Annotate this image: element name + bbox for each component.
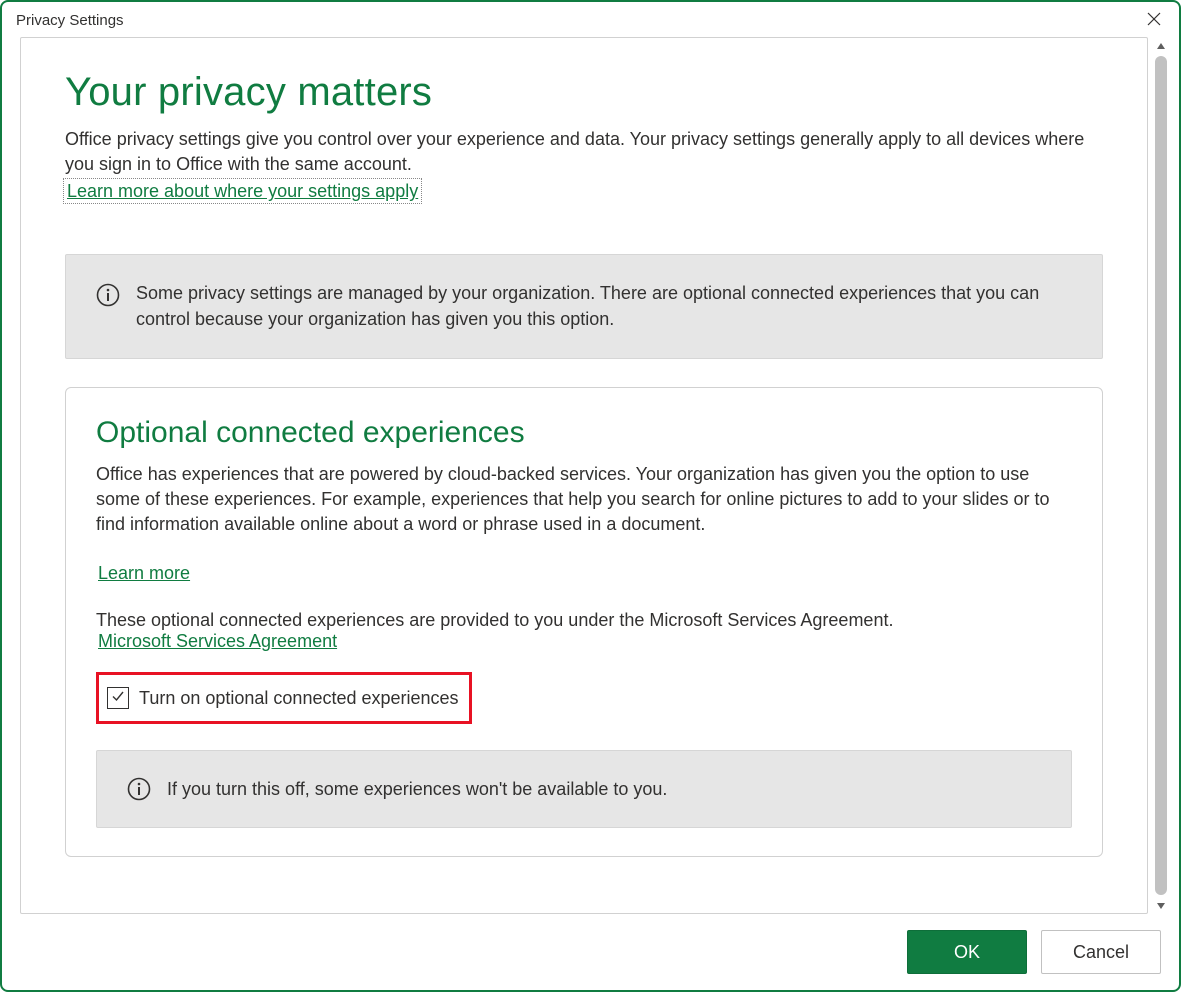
learn-more-settings-link[interactable]: Learn more about where your settings app… xyxy=(65,180,420,202)
vertical-scrollbar[interactable] xyxy=(1152,37,1169,914)
dialog-footer: OK Cancel xyxy=(2,914,1179,990)
ok-button[interactable]: OK xyxy=(907,930,1027,974)
checkmark-icon xyxy=(111,689,125,708)
org-notice-text: Some privacy settings are managed by you… xyxy=(136,281,1072,331)
provided-under-text: These optional connected experiences are… xyxy=(96,610,1072,631)
learn-more-link[interactable]: Learn more xyxy=(98,563,190,583)
turn-on-checkbox[interactable] xyxy=(107,687,129,709)
info-icon xyxy=(127,777,151,801)
optional-connected-card: Optional connected experiences Office ha… xyxy=(65,387,1103,858)
checkbox-label: Turn on optional connected experiences xyxy=(139,688,459,709)
main-heading: Your privacy matters xyxy=(65,70,1103,115)
info-icon xyxy=(96,283,120,307)
msa-link[interactable]: Microsoft Services Agreement xyxy=(98,631,337,651)
scroll-down-arrow-icon[interactable] xyxy=(1152,897,1169,914)
turn-on-checkbox-row: Turn on optional connected experiences xyxy=(96,672,472,724)
intro-text: Office privacy settings give you control… xyxy=(65,127,1103,177)
org-managed-notice: Some privacy settings are managed by you… xyxy=(65,254,1103,358)
dialog-title: Privacy Settings xyxy=(16,12,124,29)
card-heading: Optional connected experiences xyxy=(96,416,1072,450)
off-warning-notice: If you turn this off, some experiences w… xyxy=(96,750,1072,828)
scroll-up-arrow-icon[interactable] xyxy=(1152,37,1169,54)
privacy-settings-dialog: Privacy Settings Your privacy matters Of… xyxy=(0,0,1181,992)
close-icon xyxy=(1147,12,1161,29)
dialog-body: Your privacy matters Office privacy sett… xyxy=(2,37,1179,914)
off-notice-text: If you turn this off, some experiences w… xyxy=(167,779,667,800)
card-body: Office has experiences that are powered … xyxy=(96,462,1072,538)
titlebar: Privacy Settings xyxy=(2,2,1179,37)
scroll-thumb[interactable] xyxy=(1155,56,1167,895)
cancel-button[interactable]: Cancel xyxy=(1041,930,1161,974)
close-button[interactable] xyxy=(1143,8,1165,33)
content-frame: Your privacy matters Office privacy sett… xyxy=(20,37,1148,914)
